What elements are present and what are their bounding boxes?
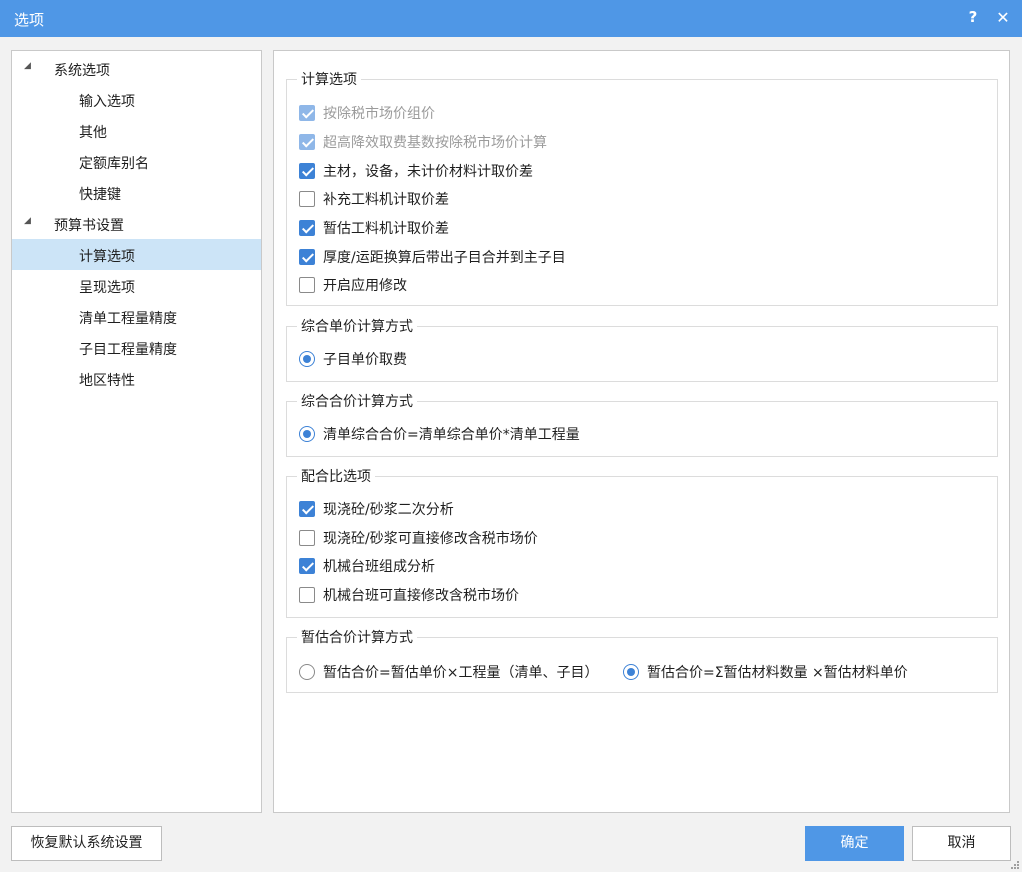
restore-defaults-button[interactable]: 恢复默认系统设置 — [11, 826, 162, 861]
checkbox-merge-subitems[interactable]: 厚度/运距换算后带出子目合并到主子目 — [299, 246, 566, 268]
provisional-method-group: 暂估合价计算方式 暂估合价=暂估单价×工程量（清单、子目） 暂估合价=Σ暂估材料… — [286, 627, 998, 693]
radio-circle[interactable] — [623, 664, 639, 680]
checkbox-label: 厚度/运距换算后带出子目合并到主子目 — [323, 250, 566, 266]
tree-item-label: 清单工程量精度 — [79, 311, 177, 327]
calc-options-group: 计算选项 按除税市场价组价 超高降效取费基数按除税市场价计算 主材，设备，未计价… — [286, 69, 998, 306]
checkbox-box[interactable] — [299, 587, 315, 603]
ok-button[interactable]: 确定 — [805, 826, 904, 861]
close-icon[interactable]: ✕ — [994, 8, 1012, 28]
tree-item-display-options[interactable]: 呈现选项 — [12, 270, 261, 301]
radio-circle[interactable] — [299, 351, 315, 367]
expand-arrow-icon[interactable]: ◢ — [24, 216, 31, 226]
tree-item-subitem-precision[interactable]: 子目工程量精度 — [12, 332, 261, 363]
options-tree: ◢ 系统选项 输入选项 其他 定额库别名 快捷键 ◢ 预算书设置 计算选项 呈现… — [11, 50, 262, 813]
checkbox-label: 机械台班组成分析 — [323, 559, 435, 575]
checkbox-main-material-diff[interactable]: 主材，设备，未计价材料计取价差 — [299, 160, 533, 182]
tree-item-label: 子目工程量精度 — [79, 342, 177, 358]
radio-provisional-unit-price[interactable]: 暂估合价=暂估单价×工程量（清单、子目） — [299, 661, 598, 683]
group-title: 暂估合价计算方式 — [297, 627, 417, 647]
checkbox-box[interactable] — [299, 249, 315, 265]
tree-item-label: 计算选项 — [79, 249, 135, 265]
options-dialog: 选项 ? ✕ ◢ 系统选项 输入选项 其他 定额库别名 快捷键 ◢ 预算书设置 … — [0, 0, 1022, 872]
radio-label: 暂估合价=Σ暂估材料数量 ×暂估材料单价 — [647, 665, 908, 681]
radio-label: 暂估合价=暂估单价×工程量（清单、子目） — [323, 665, 599, 681]
checkbox-concrete-secondary-analysis[interactable]: 现浇砼/砂浆二次分析 — [299, 498, 454, 520]
checkbox-box[interactable] — [299, 163, 315, 179]
checkbox-label: 超高降效取费基数按除税市场价计算 — [323, 135, 547, 151]
checkbox-label: 现浇砼/砂浆二次分析 — [323, 502, 454, 518]
tree-item-budget-settings[interactable]: ◢ 预算书设置 — [12, 208, 261, 239]
checkbox-label: 补充工料机计取价差 — [323, 192, 449, 208]
checkbox-box[interactable] — [299, 277, 315, 293]
checkbox-label: 现浇砼/砂浆可直接修改含税市场价 — [323, 531, 538, 547]
tree-item-calc-options[interactable]: 计算选项 — [12, 239, 261, 270]
checkbox-box[interactable] — [299, 105, 315, 121]
group-title: 计算选项 — [297, 69, 361, 89]
tree-item-quota-alias[interactable]: 定额库别名 — [12, 146, 261, 177]
radio-circle[interactable] — [299, 664, 315, 680]
settings-panel: 计算选项 按除税市场价组价 超高降效取费基数按除税市场价计算 主材，设备，未计价… — [273, 50, 1010, 813]
checkbox-market-price-pricing[interactable]: 按除税市场价组价 — [299, 102, 435, 124]
tree-item-label: 预算书设置 — [54, 218, 124, 234]
checkbox-box[interactable] — [299, 501, 315, 517]
tree-item-label: 地区特性 — [79, 373, 135, 389]
checkbox-box[interactable] — [299, 220, 315, 236]
checkbox-box[interactable] — [299, 134, 315, 150]
radio-circle[interactable] — [299, 426, 315, 442]
checkbox-label: 按除税市场价组价 — [323, 106, 435, 122]
title-bar[interactable]: 选项 ? ✕ — [0, 0, 1022, 37]
help-icon[interactable]: ? — [965, 8, 981, 28]
checkbox-box[interactable] — [299, 530, 315, 546]
tree-item-other[interactable]: 其他 — [12, 115, 261, 146]
expand-arrow-icon[interactable]: ◢ — [24, 61, 31, 71]
tree-item-shortcuts[interactable]: 快捷键 — [12, 177, 261, 208]
tree-item-label: 定额库别名 — [79, 156, 149, 172]
tree-item-label: 呈现选项 — [79, 280, 135, 296]
tree-item-input-options[interactable]: 输入选项 — [12, 84, 261, 115]
checkbox-label: 机械台班可直接修改含税市场价 — [323, 588, 519, 604]
tree-item-label: 系统选项 — [54, 63, 110, 79]
checkbox-box[interactable] — [299, 558, 315, 574]
tree-item-regional-features[interactable]: 地区特性 — [12, 363, 261, 394]
tree-item-label: 其他 — [79, 125, 107, 141]
radio-provisional-material-sum[interactable]: 暂估合价=Σ暂估材料数量 ×暂估材料单价 — [623, 661, 908, 683]
group-title: 配合比选项 — [297, 466, 375, 486]
tree-item-label: 快捷键 — [79, 187, 121, 203]
resize-grip-icon[interactable] — [1010, 860, 1020, 870]
tree-item-system-options[interactable]: ◢ 系统选项 — [12, 53, 261, 84]
checkbox-box[interactable] — [299, 191, 315, 207]
checkbox-label: 主材，设备，未计价材料计取价差 — [323, 164, 533, 180]
checkbox-machine-analysis[interactable]: 机械台班组成分析 — [299, 555, 435, 577]
checkbox-super-high-base[interactable]: 超高降效取费基数按除税市场价计算 — [299, 131, 547, 153]
checkbox-label: 开启应用修改 — [323, 278, 407, 294]
group-title: 综合合价计算方式 — [297, 391, 417, 411]
unit-price-method-group: 综合单价计算方式 子目单价取费 — [286, 316, 998, 382]
checkbox-supplement-diff[interactable]: 补充工料机计取价差 — [299, 188, 449, 210]
checkbox-apply-modify[interactable]: 开启应用修改 — [299, 274, 407, 296]
checkbox-machine-edit-price[interactable]: 机械台班可直接修改含税市场价 — [299, 584, 519, 606]
checkbox-label: 暂估工料机计取价差 — [323, 221, 449, 237]
tree-item-label: 输入选项 — [79, 94, 135, 110]
mix-ratio-group: 配合比选项 现浇砼/砂浆二次分析 现浇砼/砂浆可直接修改含税市场价 机械台班组成… — [286, 466, 998, 618]
radio-bill-total-price[interactable]: 清单综合合价=清单综合单价*清单工程量 — [299, 423, 580, 445]
cancel-button[interactable]: 取消 — [912, 826, 1011, 861]
group-title: 综合单价计算方式 — [297, 316, 417, 336]
radio-subitem-unit-price[interactable]: 子目单价取费 — [299, 348, 407, 370]
checkbox-concrete-edit-price[interactable]: 现浇砼/砂浆可直接修改含税市场价 — [299, 527, 538, 549]
window-title: 选项 — [14, 11, 45, 29]
radio-label: 子目单价取费 — [323, 352, 407, 368]
checkbox-provisional-diff[interactable]: 暂估工料机计取价差 — [299, 217, 449, 239]
tree-item-bill-precision[interactable]: 清单工程量精度 — [12, 301, 261, 332]
total-price-method-group: 综合合价计算方式 清单综合合价=清单综合单价*清单工程量 — [286, 391, 998, 457]
radio-label: 清单综合合价=清单综合单价*清单工程量 — [323, 427, 580, 443]
